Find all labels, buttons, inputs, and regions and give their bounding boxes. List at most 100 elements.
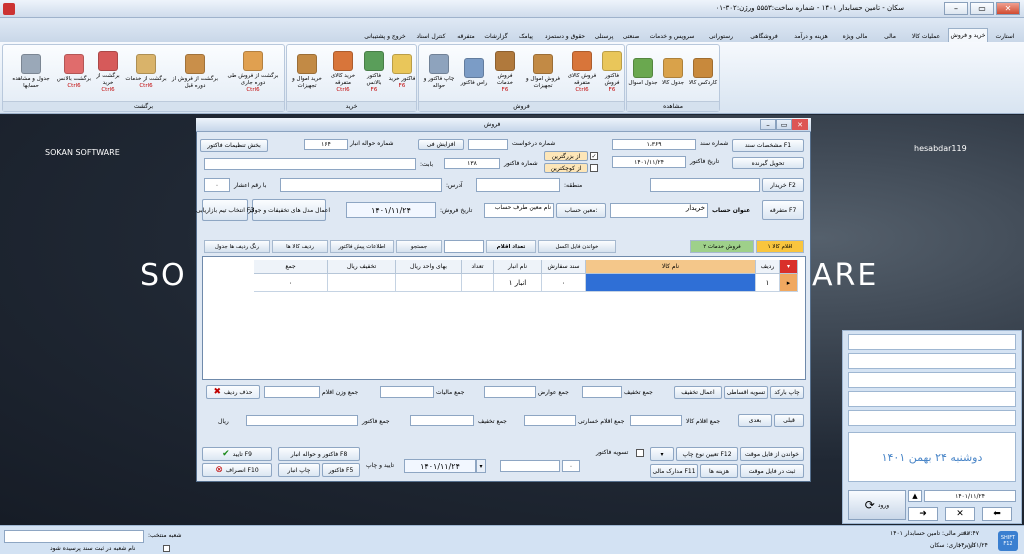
sale-date-field[interactable]: ۱۴۰۱/۱۱/۲۴ [346, 202, 436, 218]
discount-models-button[interactable]: اعمال مدل های تخفیفات و جوایز [248, 199, 330, 221]
option-largest[interactable]: از بزرگترین [544, 151, 588, 161]
grid-cell-discount[interactable] [328, 274, 396, 292]
tab-sms[interactable]: پیامک [512, 30, 540, 42]
ribbon-btn-invoice-head[interactable]: راس فاکتور [458, 48, 490, 96]
branch-checkbox[interactable] [163, 545, 170, 552]
ribbon-btn-return-balance[interactable]: برگشت بالانس Ctrl6 [56, 48, 92, 96]
ribbon-btn-return-services[interactable]: برگشت از خدمات Ctrl6 [124, 48, 168, 96]
ribbon-btn-asset-table[interactable]: جدول اسوال [628, 48, 658, 96]
doc-no-field[interactable]: ۱،۳۶۹ [612, 139, 696, 150]
set-account-button[interactable]: معین حساب: [556, 203, 606, 218]
checkbox-large[interactable]: ✓ [590, 152, 598, 160]
warehouse-no-field[interactable]: ۱۶۴ [304, 139, 348, 150]
ok-button[interactable]: ✔ تایید F9 [202, 447, 272, 461]
ribbon-btn-print-invoice[interactable]: چاپ فاکتور و حواله [420, 48, 458, 96]
dialog-min-button[interactable]: – [760, 119, 776, 130]
tab-restaurant[interactable]: رستورانی [700, 30, 742, 42]
apply-discount-button[interactable]: اعمال تخفیف [674, 386, 722, 399]
row-pointer[interactable]: ▸ [780, 274, 798, 292]
next-record-button[interactable]: بعدی [738, 414, 772, 427]
buyer-field[interactable] [650, 178, 760, 192]
ribbon-btn-buy-misc[interactable]: خرید کالای متفرقه Ctrl6 [326, 48, 360, 96]
doc-spec-button[interactable]: مشخصات سند F1 [732, 139, 804, 152]
cancel-button[interactable]: ⊗ انصراف F10 [202, 463, 272, 477]
next-button[interactable]: ➜ [908, 507, 938, 521]
date-field[interactable]: ۱۴۰۱/۱۱/۲۴ [924, 490, 1016, 502]
item-rows-button[interactable]: ردیف کالا ها [272, 240, 328, 253]
region-field[interactable] [476, 178, 560, 192]
set-account-field[interactable]: نام معین طرف حساب [484, 203, 554, 218]
babat-field[interactable] [204, 158, 416, 170]
settle-select[interactable] [500, 460, 560, 472]
print-barcode-button[interactable]: چاپ بارکد [770, 386, 804, 399]
fin-docs-button[interactable]: مدارک مالی F11 [650, 464, 698, 478]
grid-cell-name[interactable] [586, 274, 756, 292]
dialog-close-button[interactable]: ✕ [792, 119, 808, 130]
tab-misc[interactable]: متفرقه [452, 30, 480, 42]
dialog-max-button[interactable]: ▭ [776, 119, 792, 130]
tab-personnel[interactable]: پرسنلی [590, 30, 618, 42]
ribbon-btn-sale-misc[interactable]: فروش کالای متفرقه Ctrl6 [566, 48, 598, 96]
deliver-button[interactable]: تحویل گیرنده [732, 157, 804, 169]
print-warehouse-button[interactable]: چاپ انبار [278, 463, 320, 477]
tab-reports[interactable]: گزارشات [480, 30, 512, 42]
shift-f12-icon[interactable]: SHIFT F12 [998, 531, 1018, 551]
bottom-date-dropdown[interactable]: ▾ [476, 459, 486, 473]
tab-services-sale[interactable]: فروش خدمات ۲ [690, 240, 754, 253]
account-title-field[interactable]: خریدار [610, 203, 708, 218]
inv-no-field[interactable]: ۱۳۸ [444, 158, 500, 169]
grid-cell-qty[interactable] [462, 274, 494, 292]
tab-start[interactable]: استارت [988, 30, 1022, 42]
ribbon-btn-return-sale-prev[interactable]: برگشت از فروش از دوره قبل [168, 48, 222, 96]
ribbon-btn-item-table[interactable]: جدول کالا [658, 48, 688, 96]
request-no-field[interactable] [468, 139, 508, 150]
ribbon-btn-cardex[interactable]: کاردکس کالا [688, 48, 718, 96]
tab-payroll[interactable]: حقوق و دستمزد [540, 30, 590, 42]
ribbon-btn-sale-invoice[interactable]: فاکتور فروش F6 [598, 48, 626, 96]
buyer-button[interactable]: خریدار F2 [762, 178, 804, 192]
tab-doc-control[interactable]: کنترل اسناد [410, 30, 452, 42]
costs-button[interactable]: هزینه ها [700, 464, 738, 478]
search-button[interactable]: جستجو [396, 240, 442, 253]
read-temp-button[interactable]: خواندن از فایل موقت [740, 447, 804, 461]
tab-finance[interactable]: مالی [875, 30, 905, 42]
close-button[interactable]: ✕ [996, 2, 1020, 15]
ribbon-btn-buy-invoice[interactable]: فاکتور خرید F6 [388, 48, 416, 96]
tab-special-finance[interactable]: مالی ویژه [836, 30, 874, 42]
checkbox-small[interactable] [590, 164, 598, 172]
branch-select[interactable] [4, 530, 144, 543]
increase-price-dropdown[interactable]: افزایش فی [418, 139, 464, 150]
option-smallest[interactable]: از کوچکترین [544, 163, 588, 173]
tab-exit-support[interactable]: خروج و پشتیبانی [360, 30, 410, 42]
invoice-f5-button[interactable]: فاکتور F5 [322, 463, 360, 477]
tab-item-ops[interactable]: عملیات کالا [905, 30, 947, 42]
ribbon-btn-balance-invoice[interactable]: فاکتور بالانس F6 [360, 48, 388, 96]
up-button[interactable]: ▲ [908, 490, 922, 502]
tab-items[interactable]: اقلام کالا ۱ [756, 240, 804, 253]
refresh-button[interactable]: ⟳ ورود [848, 490, 906, 520]
print-type-button[interactable]: تعیین نوع چاپ F12 [676, 447, 738, 461]
proforma-info-button[interactable]: اطلاعات پیش فاکتور [330, 240, 394, 253]
print-type-dropdown[interactable]: ▾ [650, 447, 674, 461]
tab-buy-sell[interactable]: خرید و فروش [948, 28, 988, 42]
save-temp-button[interactable]: ثبت در فایل موقت [740, 464, 804, 478]
visitor-team-button[interactable]: انتخاب تیم بازاریابی F3 [196, 199, 254, 221]
ribbon-btn-return-buy[interactable]: برگشت از خرید Ctrl6 [92, 48, 124, 96]
read-excel-button[interactable]: خواندن فایل اکسل [538, 240, 616, 253]
row-color-button[interactable]: رنگ ردیف ها جدول [204, 240, 270, 253]
maximize-button[interactable]: ▭ [970, 2, 994, 15]
ribbon-btn-accounts-table[interactable]: جدول و مشاهده حسابها [6, 48, 56, 96]
ribbon-btn-sale-assets[interactable]: فروش اموال و تجهیزات [520, 48, 566, 96]
prev-record-button[interactable]: قبلی [774, 414, 804, 427]
item-count-select[interactable] [444, 240, 484, 253]
ribbon-btn-sale-services[interactable]: فروش خدمات F6 [490, 48, 520, 96]
misc-button[interactable]: متفرقه F7 [762, 200, 804, 220]
tab-store[interactable]: فروشگاهی [742, 30, 786, 42]
ribbon-btn-buy-assets[interactable]: خرید اموال و تجهیزات [288, 48, 326, 96]
tab-cost-income[interactable]: هزینه و درآمد [786, 30, 836, 42]
grid-cell-warehouse[interactable]: انبار ۱ [494, 274, 542, 292]
settle-checkbox[interactable] [636, 449, 644, 457]
settle-field[interactable]: ۰ [562, 460, 580, 472]
grid-cell-price[interactable] [396, 274, 462, 292]
invoice-settings-button[interactable]: بخش تنظیمات فاکتور [200, 139, 268, 152]
